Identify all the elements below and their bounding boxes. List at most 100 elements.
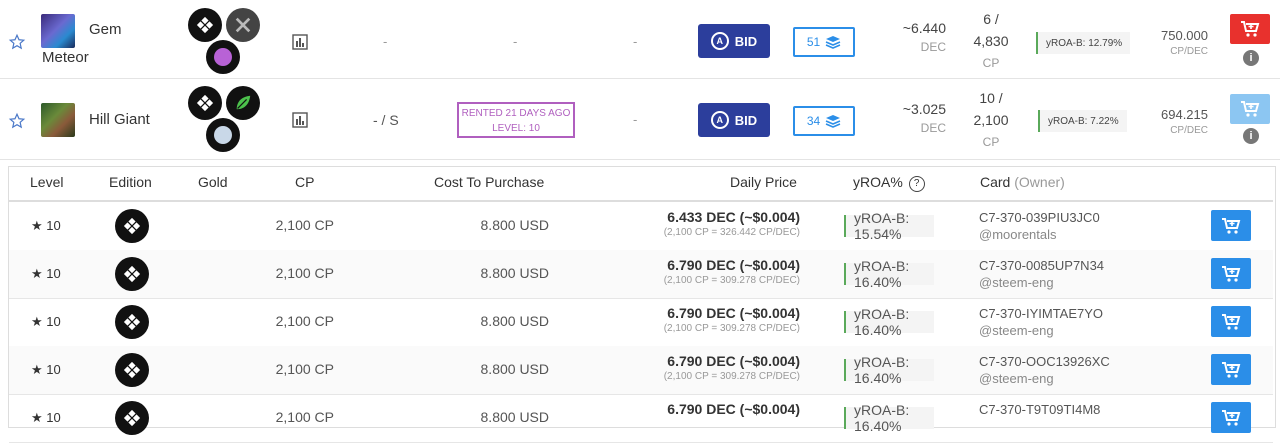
element-neutral-icon (226, 8, 260, 42)
element-earth-icon (226, 86, 260, 120)
table-row: ★ 10 2,100 CP 8.800 USD 6.790 DEC (~$0.004)… (9, 346, 1273, 395)
bid-icon: A (710, 111, 729, 129)
add-to-cart-button[interactable] (1211, 402, 1251, 433)
col-cp[interactable]: CP (295, 174, 314, 190)
untamed-edition-icon (115, 305, 149, 339)
level-cell: ★ 10 (31, 218, 61, 233)
card-owner-cell[interactable]: C7-370-OOC13926XC @steem-eng (979, 353, 1110, 387)
stack-count: 34 (806, 114, 821, 128)
bar-chart-icon[interactable] (292, 112, 308, 128)
bid-button[interactable]: A BID (698, 103, 770, 137)
daily-price-cell: 6.433 DEC (~$0.004) (2,100 CP = 326.442 C… (663, 209, 800, 238)
stack-count-button[interactable]: 51 (793, 27, 855, 57)
cart-plus-icon (1241, 21, 1260, 37)
add-to-cart-button[interactable] (1211, 354, 1251, 385)
bar-chart-icon[interactable] (292, 34, 308, 50)
add-to-cart-button[interactable] (1211, 210, 1251, 241)
card-thumbnail[interactable] (41, 103, 75, 137)
bid-label: BID (734, 33, 758, 49)
rental-type: - (383, 34, 388, 49)
card-owner-cell[interactable]: C7-370-0085UP7N34 @steem-eng (979, 257, 1104, 291)
cost-cell: 8.800 USD (480, 313, 549, 329)
cp-cell: 2,100 CP (275, 313, 334, 329)
daily-price-cell: 6.790 DEC (~$0.004) (2,100 CP = 309.278 C… (663, 305, 800, 334)
cart-plus-icon (1241, 101, 1260, 117)
yroa-badge: yROA-B: 7.22% (1038, 110, 1127, 132)
card-name[interactable]: Hill Giant (89, 106, 150, 134)
cp-cell: 2,100 CP (275, 409, 334, 425)
yroa-badge: yROA-B: 16.40% (844, 258, 934, 290)
cart-plus-icon (1221, 265, 1241, 283)
add-to-cart-button[interactable] (1230, 14, 1270, 44)
add-to-cart-button[interactable] (1230, 94, 1270, 124)
cart-plus-icon (1221, 361, 1241, 379)
table-row: ★ 10 2,100 CP 8.800 USD 6.790 DEC (~$0.004)… (9, 298, 1273, 347)
col-card[interactable]: Card (Owner) (980, 174, 1065, 190)
info-icon[interactable]: i (1243, 128, 1259, 144)
layers-icon (825, 115, 841, 128)
yroa-badge: yROA-B: 15.54% (844, 210, 934, 242)
cp-cell: 2,100 CP (275, 265, 334, 281)
cost-cell: 8.800 USD (480, 265, 549, 281)
yroa-badge: yROA-B: 12.79% (1036, 32, 1131, 54)
rental-type: - / S (373, 112, 399, 128)
rental-info: - (633, 34, 638, 49)
untamed-edition-icon (115, 257, 149, 291)
cp-per-dec: 750.000 CP/DEC (1161, 28, 1208, 57)
daily-price-cell: 6.790 DEC (~$0.004) (2,100 CP = 309.278 C… (663, 353, 800, 382)
col-cost[interactable]: Cost To Purchase (434, 174, 544, 190)
info-icon[interactable]: i (1243, 50, 1259, 66)
cp-cell: 2,100 CP (275, 361, 334, 377)
card-owner-cell[interactable]: C7-370-T9T09TI4M8 (979, 401, 1100, 418)
add-to-cart-button[interactable] (1211, 306, 1251, 337)
card-thumbnail[interactable] (41, 14, 75, 48)
table-row: ★ 10 2,100 CP 8.800 USD 6.790 DEC (~$0.004)… (9, 250, 1273, 299)
cart-plus-icon (1221, 217, 1241, 235)
edition-icon (188, 8, 222, 42)
col-gold[interactable]: Gold (198, 174, 228, 190)
bid-label: BID (734, 112, 758, 128)
col-yroa[interactable]: yROA% ? (853, 174, 925, 192)
layers-icon (825, 36, 841, 49)
col-daily-price[interactable]: Daily Price (730, 174, 797, 190)
yroa-badge: yROA-B: 16.40% (844, 402, 934, 434)
card-name-cont[interactable]: Meteor (42, 44, 89, 72)
question-circle-icon[interactable]: ? (908, 176, 925, 192)
yroa-badge: yROA-B: 16.40% (844, 306, 934, 338)
untamed-edition-icon (115, 209, 149, 243)
cost-cell: 8.800 USD (480, 217, 549, 233)
col-edition[interactable]: Edition (109, 174, 152, 190)
stack-count-button[interactable]: 34 (793, 106, 855, 136)
bid-button[interactable]: A BID (698, 24, 770, 58)
cp-info: 10 / 2,100 CP (973, 90, 1009, 149)
edition-icon (188, 86, 222, 120)
yroa-badge: yROA-B: 16.40% (844, 354, 934, 386)
star-outline-icon[interactable] (8, 33, 26, 51)
bid-icon: A (710, 32, 729, 50)
cp-per-dec: 694.215 CP/DEC (1161, 107, 1208, 136)
dec-price: ~3.025 DEC (902, 101, 946, 135)
table-row: ★ 10 2,100 CP 8.800 USD 6.790 DEC (~$0.004)… (9, 394, 1273, 443)
cost-cell: 8.800 USD (480, 409, 549, 425)
card-owner-cell[interactable]: C7-370-IYIMTAE7YO @steem-eng (979, 305, 1103, 339)
cart-plus-icon (1221, 313, 1241, 331)
star-outline-icon[interactable] (8, 112, 26, 130)
col-level[interactable]: Level (30, 174, 63, 190)
card-name[interactable]: Gem (89, 16, 122, 44)
dec-price: ~6.440 DEC (902, 20, 946, 54)
cp-cell: 2,100 CP (275, 217, 334, 233)
add-to-cart-button[interactable] (1211, 258, 1251, 289)
rental-info: - (633, 112, 638, 127)
card-owner-cell[interactable]: C7-370-039PIU3JC0 @moorentals (979, 209, 1100, 243)
rented-status-badge: RENTED 21 DAYS AGO LEVEL: 10 (457, 102, 575, 138)
level-cell: ★ 10 (31, 410, 61, 425)
table-row: ★ 10 2,100 CP 8.800 USD 6.433 DEC (~$0.004)… (9, 202, 1273, 251)
card-row: Hill Giant - / S RENTED 21 DAYS AGO LEVE… (0, 81, 1280, 160)
cost-cell: 8.800 USD (480, 361, 549, 377)
daily-price-cell: 6.790 DEC (~$0.004) (2,100 CP = 309.278 C… (663, 257, 800, 286)
rarity-icon (206, 40, 240, 74)
daily-price-cell: 6.790 DEC (~$0.004) (667, 401, 800, 417)
stack-count: 51 (806, 35, 821, 49)
rented-status: - (513, 34, 518, 49)
rarity-icon (206, 118, 240, 152)
